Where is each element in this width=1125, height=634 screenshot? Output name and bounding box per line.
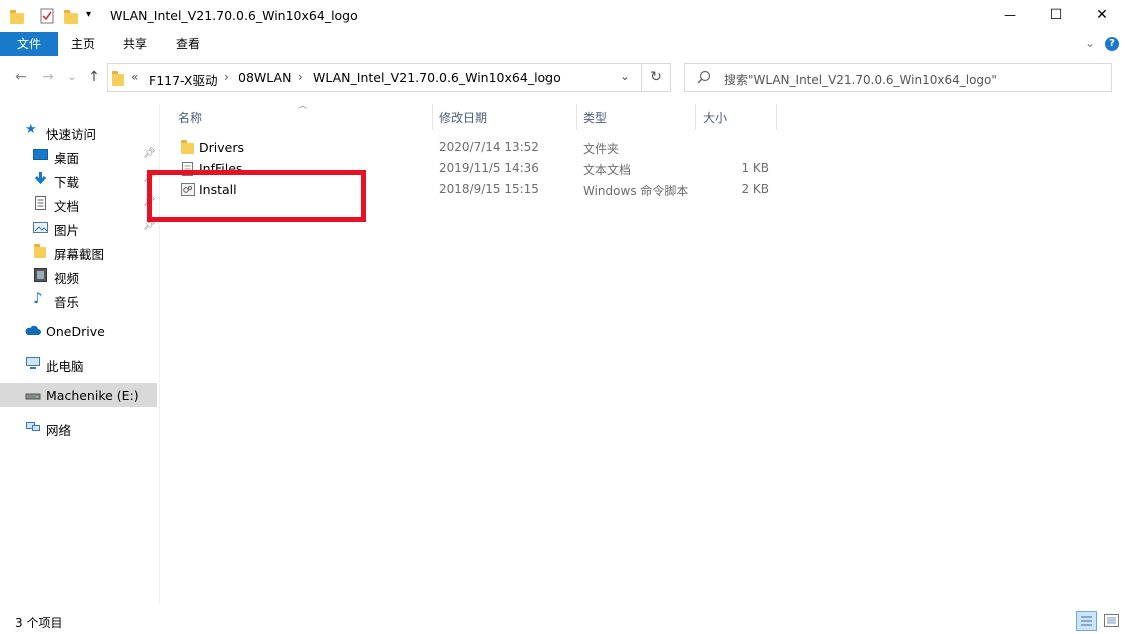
help-icon[interactable]: ?: [1105, 37, 1119, 51]
file-type: 文件夹: [583, 142, 620, 156]
table-row[interactable]: Drivers 2020/7/14 13:52 文件夹: [170, 137, 780, 158]
refresh-button[interactable]: ↻: [641, 63, 671, 92]
close-button[interactable]: ✕: [1079, 0, 1125, 30]
tab-home[interactable]: 主页: [60, 32, 106, 56]
column-header-type[interactable]: 类型: [583, 106, 688, 130]
download-icon: [33, 172, 48, 186]
sidebar-item-music[interactable]: ♪ 音乐: [0, 287, 157, 311]
sidebar-item-documents[interactable]: 文档 📌︎: [0, 191, 157, 215]
sidebar-item-quick-access[interactable]: ★ 快速访问: [0, 119, 157, 143]
file-date: 2018/9/15 15:15: [439, 182, 539, 196]
drive-icon: [25, 388, 41, 402]
breadcrumb-separator-icon[interactable]: ›: [224, 70, 229, 84]
folder-icon: [181, 140, 194, 154]
file-type: Windows 命令脚本: [583, 184, 689, 198]
search-input[interactable]: 搜索"WLAN_Intel_V21.70.0.6_Win10x64_logo": [684, 63, 1112, 92]
column-header-date[interactable]: 修改日期: [439, 106, 569, 130]
folder-icon: [33, 244, 48, 258]
breadcrumb-item[interactable]: 08WLAN: [238, 70, 291, 85]
maximize-button[interactable]: ☐: [1033, 0, 1079, 30]
video-icon: [33, 268, 48, 282]
cloud-icon: [25, 324, 41, 338]
breadcrumb-separator-icon[interactable]: ›: [298, 70, 303, 84]
search-placeholder: 搜索"WLAN_Intel_V21.70.0.6_Win10x64_logo": [724, 73, 997, 87]
large-icons-view-button[interactable]: [1101, 611, 1122, 631]
new-folder-icon[interactable]: [64, 10, 78, 24]
sidebar-item-videos[interactable]: 视频: [0, 263, 157, 287]
column-header-name[interactable]: 名称: [178, 106, 428, 130]
breadcrumb-item[interactable]: F117-X驱动: [149, 70, 218, 89]
details-view-button[interactable]: [1076, 611, 1097, 631]
star-icon: ★: [25, 122, 37, 137]
document-icon: [33, 196, 48, 210]
sidebar-item-onedrive[interactable]: OneDrive: [0, 319, 157, 343]
title-bar: ▾ WLAN_Intel_V21.70.0.6_Win10x64_logo — …: [0, 0, 1125, 32]
sidebar-item-drive-e[interactable]: Machenike (E:): [0, 383, 157, 407]
music-icon: ♪: [33, 289, 43, 307]
column-divider[interactable]: [432, 104, 433, 130]
file-size: 1 KB: [741, 161, 769, 175]
tab-share[interactable]: 共享: [112, 32, 158, 56]
column-divider[interactable]: [776, 104, 777, 130]
file-date: 2020/7/14 13:52: [439, 140, 539, 154]
back-button[interactable]: ←: [11, 66, 31, 88]
sidebar-item-desktop[interactable]: 桌面 📌︎: [0, 143, 157, 167]
forward-button[interactable]: →: [38, 66, 58, 88]
network-icon: [25, 420, 40, 434]
search-icon: [697, 70, 711, 87]
picture-icon: [33, 220, 48, 234]
address-dropdown-icon[interactable]: ⌄: [620, 69, 630, 83]
item-count: 3 个项目: [15, 616, 63, 630]
ribbon-expand-icon[interactable]: ⌄: [1085, 36, 1095, 50]
tab-file[interactable]: 文件: [0, 32, 58, 56]
quick-access-dropdown-icon[interactable]: ▾: [86, 9, 91, 20]
properties-icon[interactable]: [40, 8, 54, 24]
tab-view[interactable]: 查看: [165, 32, 211, 56]
breadcrumb-item[interactable]: WLAN_Intel_V21.70.0.6_Win10x64_logo: [313, 70, 561, 85]
folder-icon: [10, 10, 24, 24]
column-header-size[interactable]: 大小: [703, 106, 773, 130]
sidebar-item-network[interactable]: 网络: [0, 415, 157, 439]
file-type: 文本文档: [583, 163, 632, 177]
file-date: 2019/11/5 14:36: [439, 161, 539, 175]
address-overflow[interactable]: «: [131, 70, 138, 84]
desktop-icon: [33, 148, 48, 162]
folder-icon: [112, 69, 126, 86]
sidebar-item-downloads[interactable]: 下载 📌︎: [0, 167, 157, 191]
recent-locations-icon[interactable]: ⌄: [62, 66, 82, 88]
sidebar-item-pictures[interactable]: 图片 📌︎: [0, 215, 157, 239]
up-button[interactable]: ↑: [84, 66, 104, 88]
sidebar-item-screenshots[interactable]: 屏幕截图: [0, 239, 157, 263]
column-divider[interactable]: [576, 104, 577, 130]
minimize-button[interactable]: —: [987, 0, 1033, 30]
file-name: Drivers: [199, 140, 244, 155]
file-size: 2 KB: [741, 182, 769, 196]
window-title: WLAN_Intel_V21.70.0.6_Win10x64_logo: [110, 8, 358, 23]
computer-icon: [25, 356, 40, 370]
highlight-box: [147, 170, 366, 222]
column-divider[interactable]: [695, 104, 696, 130]
breadcrumb-separator-icon[interactable]: ›: [544, 70, 549, 84]
pin-icon: 📌︎: [143, 148, 156, 159]
sidebar-item-this-pc[interactable]: 此电脑: [0, 351, 157, 375]
